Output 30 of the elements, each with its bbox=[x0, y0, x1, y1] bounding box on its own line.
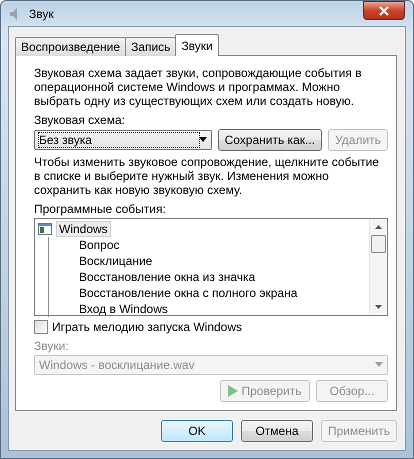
tree-item[interactable]: Вопрос bbox=[76, 237, 123, 254]
save-as-button[interactable]: Сохранить как... bbox=[218, 128, 322, 151]
window-title: Звук bbox=[29, 6, 54, 20]
tab[interactable]: Запись bbox=[125, 37, 176, 56]
events-list[interactable]: Windows Вопрос Восклицание Восстановление окна из значка Восстановление окна с полного экрана Вход в Windows bbox=[34, 218, 388, 316]
tree-item[interactable]: Восклицание bbox=[76, 253, 156, 270]
dropdown-arrow-icon bbox=[198, 137, 207, 142]
tree-item[interactable]: Вход в Windows bbox=[76, 301, 171, 318]
close-icon bbox=[378, 6, 390, 16]
window-icon bbox=[38, 223, 52, 236]
scheme-label: Звуковая схема: bbox=[34, 112, 126, 127]
startup-checkbox[interactable] bbox=[34, 320, 48, 334]
tab[interactable]: Звуки bbox=[175, 34, 219, 56]
tree-item[interactable]: Восстановление окна из значка bbox=[76, 269, 258, 286]
cancel-button[interactable]: Отмена bbox=[240, 420, 313, 442]
play-icon bbox=[228, 385, 238, 398]
close-button[interactable] bbox=[363, 1, 405, 20]
instructions-text: Чтобы изменить звуковое сопровождение, щелкните событие в списке и выберите нужный звук. Изменения можно сохранить как новую звуковую схему. bbox=[34, 155, 380, 198]
tree-item[interactable]: Восстановление окна с полного экрана bbox=[76, 285, 300, 302]
ok-button[interactable]: OK bbox=[160, 420, 233, 442]
sounds-label: Звуки: bbox=[34, 338, 70, 353]
dropdown-arrow-icon bbox=[375, 362, 383, 368]
description-text: Звуковая схема задает звуки, сопровождающие события в операционной системе Windows и программах. Можно выбрать одну из существующих схем или создать новую. bbox=[34, 66, 363, 108]
events-label: Программные события: bbox=[34, 202, 167, 216]
tab[interactable]: Воспроизведение bbox=[15, 37, 126, 56]
tree-item[interactable]: Windows bbox=[56, 221, 111, 238]
scheme-dropdown[interactable]: Без звука bbox=[34, 130, 212, 150]
startup-label: Играть мелодию запуска Windows bbox=[52, 320, 242, 334]
scrollbar[interactable] bbox=[369, 219, 387, 316]
scroll-thumb[interactable] bbox=[371, 235, 386, 254]
